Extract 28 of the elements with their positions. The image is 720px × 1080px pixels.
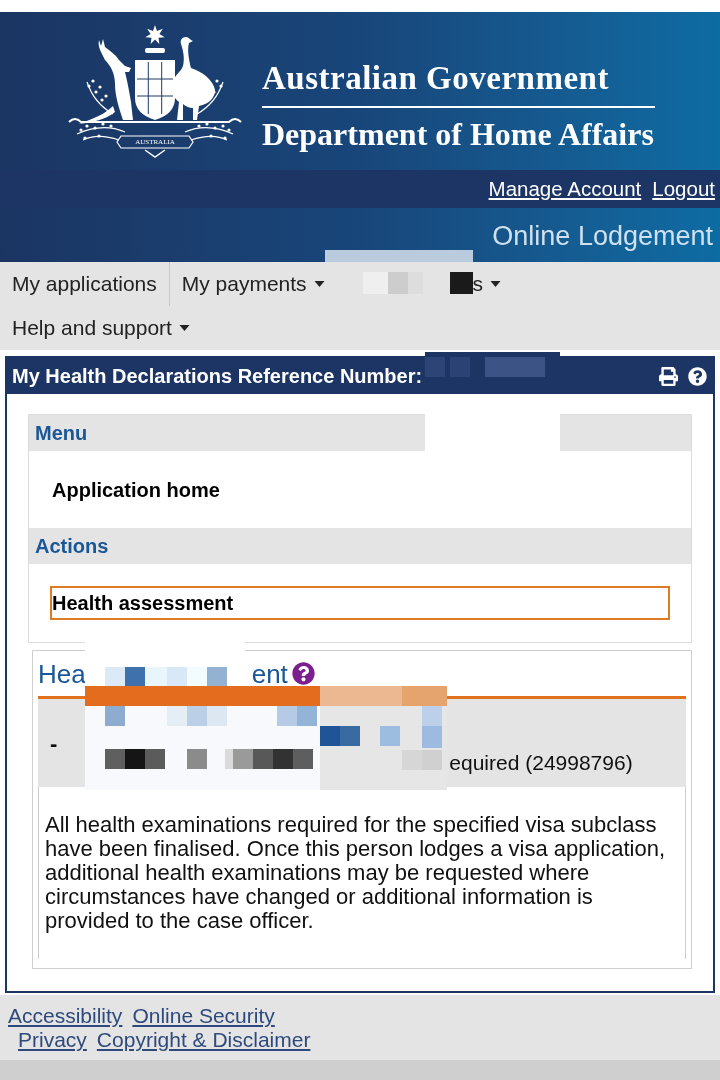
caret-down-icon — [178, 325, 190, 331]
caret-down-icon — [313, 281, 325, 287]
menu-link[interactable]: Application home — [50, 472, 670, 507]
department-title: Department of Home Affairs — [262, 116, 655, 152]
help-icon[interactable] — [688, 366, 707, 386]
result-text: equired (24998796) — [449, 751, 633, 775]
footer-link[interactable]: Accessibility — [8, 1005, 123, 1027]
help-icon[interactable] — [291, 662, 315, 685]
footer-link[interactable]: Copyright & Disclaimer — [96, 1029, 311, 1051]
menu-link[interactable]: Health assessment — [50, 586, 670, 620]
nav-menu-item[interactable]: s — [336, 262, 514, 306]
nav-menu-item[interactable]: My payments — [169, 262, 337, 306]
nav-menu-item[interactable]: My applications — [0, 262, 170, 306]
group-heading: Actions — [29, 528, 691, 564]
footer-link[interactable]: Online Security — [132, 1005, 275, 1027]
portal-title: Online Lodgement — [492, 220, 713, 253]
account-link[interactable]: Manage Account — [488, 177, 642, 201]
nav-menu-item[interactable]: Help and support — [0, 306, 202, 350]
panel-title: My Health Declarations Reference Number: — [12, 364, 423, 389]
print-icon[interactable] — [659, 366, 678, 386]
agency-title: Australian Government — [262, 60, 610, 96]
footer-link[interactable]: Privacy — [18, 1029, 87, 1051]
section-heading-fragment: Hea — [38, 657, 86, 690]
caret-down-icon — [490, 281, 502, 287]
account-link[interactable]: Logout — [652, 177, 715, 201]
section-heading-fragment: ent — [251, 657, 288, 690]
row-marker: - — [50, 729, 58, 758]
message-text: All health examinations required for the specified visa subclass have been finalised. Once this person lodges a visa application, additional health examinations may be requested where circumstances have changed or additional information is provided to the case officer. — [45, 813, 667, 933]
